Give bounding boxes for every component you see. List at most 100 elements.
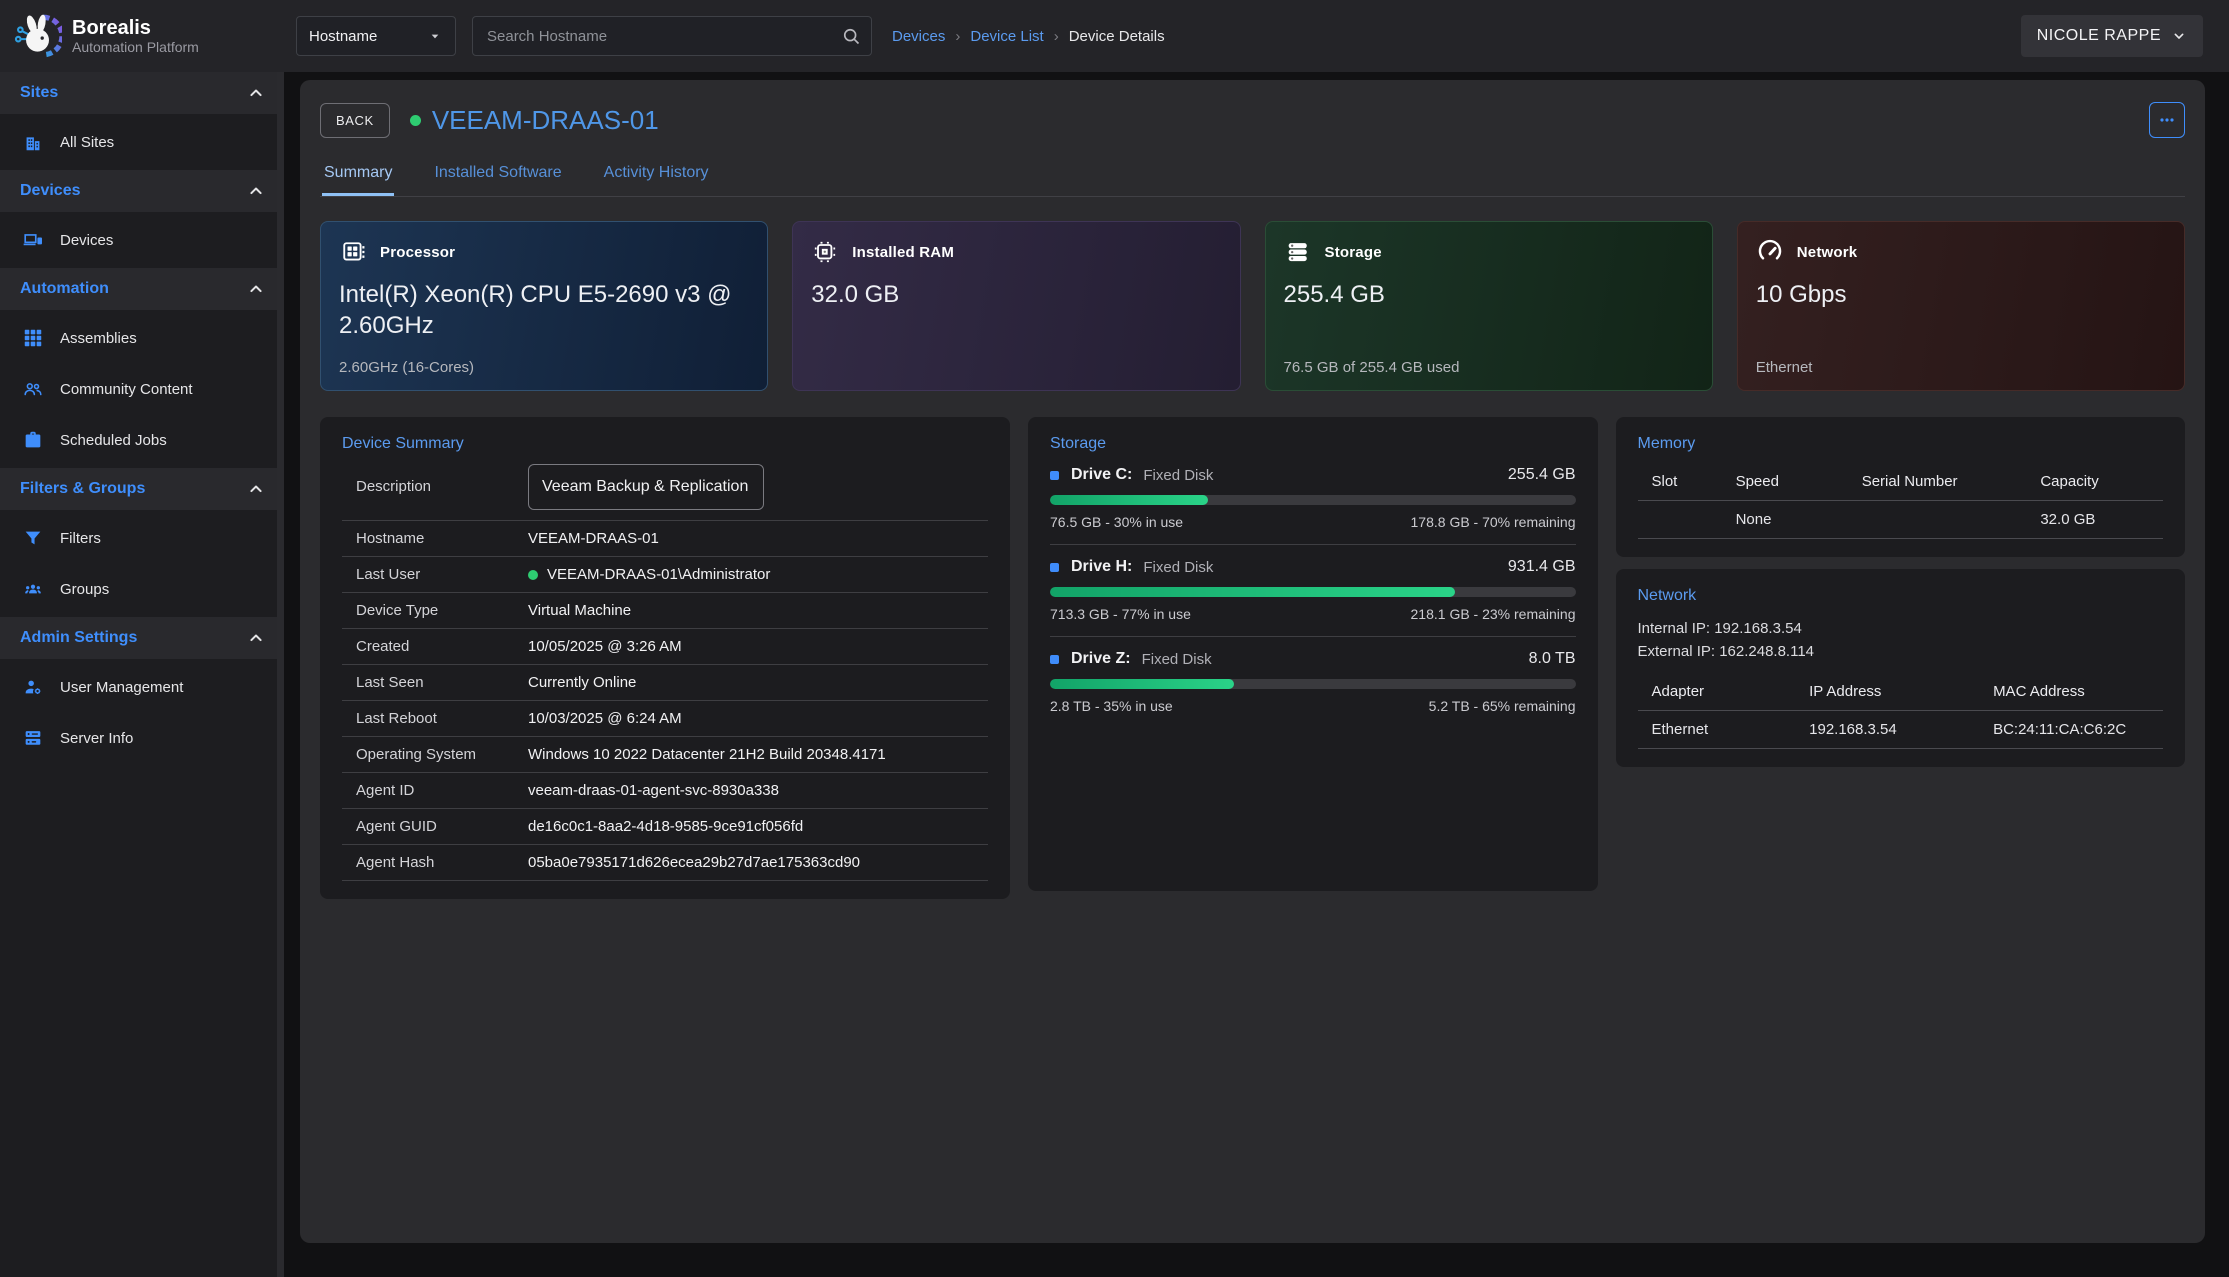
description-label: Description [356,478,528,495]
storage-footer: 76.5 GB of 255.4 GB used [1284,359,1460,376]
summary-row-agent-id: Agent ID veeam-draas-01-agent-svc-8930a3… [342,773,988,809]
sidebar-section-admin-settings[interactable]: Admin Settings [0,617,284,659]
drive-bullet-icon [1050,563,1059,572]
processor-footer: 2.60GHz (16-Cores) [339,359,474,376]
more-actions-button[interactable] [2149,102,2185,138]
summary-row-agent-guid: Agent GUID de16c0c1-8aa2-4d18-9585-9ce91… [342,809,988,845]
row-label: Last Reboot [356,710,528,727]
breadcrumb-separator: › [1054,28,1059,45]
sidebar-section-sites[interactable]: Sites [0,72,284,114]
sidebar-item-server-info[interactable]: Server Info [0,715,284,761]
sidebar-item-label: Groups [60,581,109,598]
drive-size: 931.4 GB [1508,558,1576,576]
drive-usage-bar [1050,679,1576,689]
memory-col-slot: Slot [1638,463,1722,501]
row-value: Virtual Machine [528,602,631,619]
back-button[interactable]: BACK [320,103,390,138]
summary-row-last-seen: Last Seen Currently Online [342,665,988,701]
summary-row-last-user: Last User VEEAM-DRAAS-01\Administrator [342,557,988,593]
search-input[interactable] [487,28,841,45]
device-tabs: Summary Installed Software Activity Hist… [320,154,2185,197]
drive-used-label: 76.5 GB - 30% in use [1050,514,1183,530]
drive-free-label: 218.1 GB - 23% remaining [1411,606,1576,622]
search-icon[interactable] [841,26,861,46]
sidebar-item-all-sites[interactable]: All Sites [0,119,284,165]
sidebar-item-groups[interactable]: Groups [0,566,284,612]
breadcrumb-device-list[interactable]: Device List [970,28,1043,45]
sidebar-section-devices[interactable]: Devices [0,170,284,212]
tab-installed-software[interactable]: Installed Software [432,154,563,196]
cpu-icon [339,238,367,266]
memory-col-capacity: Capacity [2026,463,2163,501]
drive-used-label: 2.8 TB - 35% in use [1050,698,1173,714]
sidebar-item-label: Community Content [60,381,193,398]
row-label: Device Type [356,602,528,619]
sidebar-item-scheduled-jobs[interactable]: Scheduled Jobs [0,417,284,463]
network-col-mac: MAC Address [1979,673,2163,711]
groups-icon [21,578,45,600]
row-value: 10/05/2025 @ 3:26 AM [528,638,682,655]
user-menu-button[interactable]: NICOLE RAPPE [2021,15,2203,57]
row-label: Agent ID [356,782,528,799]
breadcrumb-separator: › [955,28,960,45]
summary-row-operating-system: Operating System Windows 10 2022 Datacen… [342,737,988,773]
sidebar-item-label: All Sites [60,134,114,151]
drive-z-row: Drive Z: Fixed Disk 8.0 TB 2.8 TB - 35% … [1050,636,1576,728]
sidebar-section-label: Devices [20,182,81,200]
sidebar-item-devices[interactable]: Devices [0,217,284,263]
sidebar-section-filters-groups[interactable]: Filters & Groups [0,468,284,510]
search-box [472,16,872,56]
detail-panels: Device Summary Description Hostname VEEA… [320,417,2185,899]
network-row: Ethernet 192.168.3.54 BC:24:11:CA:C6:2C [1638,711,2164,749]
memory-panel: Memory Slot Speed Serial Number Capacity… [1616,417,2186,557]
row-label: Agent GUID [356,818,528,835]
summary-row-agent-hash: Agent Hash 05ba0e7935171d626ecea29b27d7a… [342,845,988,881]
memory-serial [1848,501,2027,539]
sidebar-item-community-content[interactable]: Community Content [0,366,284,412]
device-header: BACK VEEAM-DRAAS-01 [320,102,2185,138]
breadcrumb: Devices › Device List › Device Details [892,0,1165,72]
drive-free-label: 178.8 GB - 70% remaining [1411,514,1576,530]
network-value: 10 Gbps [1756,279,2166,310]
row-label: Operating System [356,746,528,763]
chevron-down-icon [2171,28,2187,44]
sidebar-section-label: Filters & Groups [20,480,145,498]
user-name: NICOLE RAPPE [2037,27,2161,45]
installed-ram-card: Installed RAM 32.0 GB [792,221,1240,391]
description-input[interactable] [528,464,764,510]
devices-icon [21,229,45,251]
row-label: Last User [356,566,528,583]
sidebar-item-user-management[interactable]: User Management [0,664,284,710]
sidebar-section-automation[interactable]: Automation [0,268,284,310]
sidebar-section-label: Sites [20,84,58,102]
storage-value: 255.4 GB [1284,279,1694,310]
breadcrumb-devices[interactable]: Devices [892,28,945,45]
row-value: Currently Online [528,674,636,691]
drive-usage-bar [1050,587,1576,597]
summary-row-created: Created 10/05/2025 @ 3:26 AM [342,629,988,665]
storage-panel-title: Storage [1050,435,1576,453]
network-panel: Network Internal IP: 192.168.3.54 Extern… [1616,569,2186,767]
sidebar-item-label: User Management [60,679,183,696]
stat-card-label: Installed RAM [852,244,954,261]
disk-stack-icon [1284,238,1312,266]
brand-logo-block[interactable]: Borealis Automation Platform [0,0,284,72]
tab-summary[interactable]: Summary [322,154,394,196]
sidebar-item-assemblies[interactable]: Assemblies [0,315,284,361]
sidebar-item-label: Devices [60,232,113,249]
drive-usage-bar [1050,495,1576,505]
network-col-adapter: Adapter [1638,673,1796,711]
memory-capacity: 32.0 GB [2026,501,2163,539]
sidebar-item-label: Filters [60,530,101,547]
sidebar-section-label: Automation [20,280,109,298]
tab-activity-history[interactable]: Activity History [602,154,711,196]
briefcase-icon [21,429,45,451]
storage-card: Storage 255.4 GB 76.5 GB of 255.4 GB use… [1265,221,1713,391]
search-filter-dropdown[interactable]: Hostname [296,16,456,56]
description-row: Description [342,461,988,521]
memory-panel-title: Memory [1638,435,2164,453]
sidebar: Sites All Sites Devices Devices Automati… [0,72,284,1277]
chevron-up-icon [246,83,266,103]
drive-name: Drive C: [1071,466,1132,484]
sidebar-item-filters[interactable]: Filters [0,515,284,561]
